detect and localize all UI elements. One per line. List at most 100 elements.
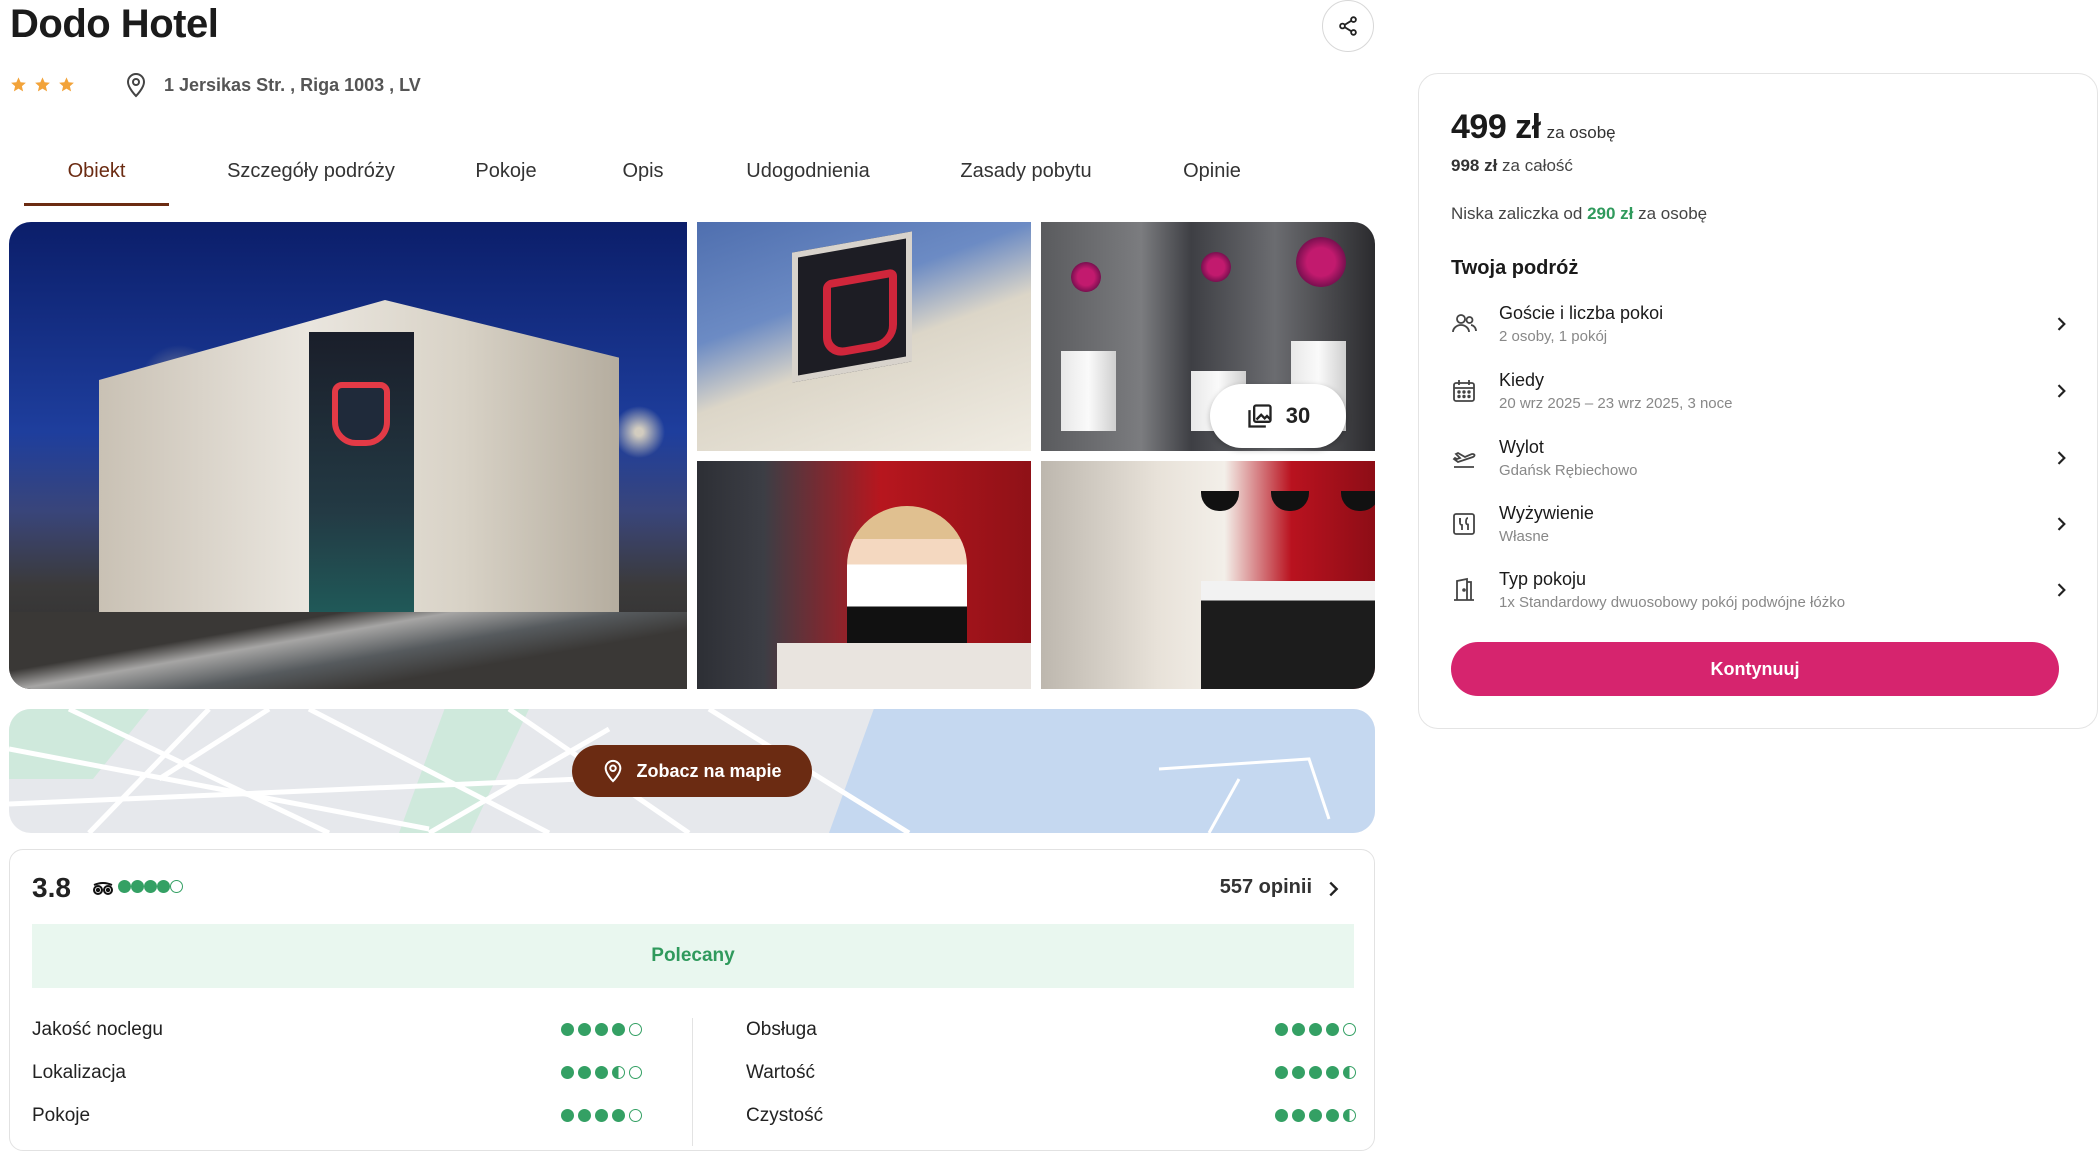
trip-item-title: Wylot — [1499, 437, 1544, 457]
review-category-row: Czystość — [746, 1094, 1356, 1137]
review-category-row: Obsługa — [746, 1008, 1356, 1051]
share-button[interactable] — [1322, 0, 1374, 52]
trip-item-guests[interactable]: Goście i liczba pokoi 2 osoby, 1 pokój — [1451, 296, 2071, 352]
rating-dot — [170, 880, 183, 893]
reception-staff-photo[interactable] — [697, 461, 1031, 689]
calendar-icon — [1453, 380, 1475, 402]
trip-item-title: Goście i liczba pokoi — [1499, 303, 1664, 323]
see-on-map-button[interactable]: Zobacz na mapie — [572, 745, 812, 797]
rating-dot — [1275, 1066, 1288, 1079]
rating-dot — [629, 1066, 642, 1079]
chevron-right-icon — [2057, 384, 2066, 398]
see-on-map-label: Zobacz na mapie — [636, 760, 782, 781]
guests-icon — [1452, 314, 1477, 333]
tab-obiekt[interactable]: Obiekt — [24, 148, 169, 206]
review-score: 3.8 — [32, 872, 71, 903]
rating-dot — [578, 1066, 591, 1079]
total-price: 998 zł — [1451, 156, 1498, 175]
review-category-row: Wartość — [746, 1051, 1356, 1094]
rating-dot — [595, 1109, 608, 1122]
review-category-row: Lokalizacja — [32, 1051, 642, 1094]
hotel-title: Dodo Hotel — [10, 2, 219, 46]
rating-dot — [1326, 1109, 1339, 1122]
rating-dot — [1275, 1109, 1288, 1122]
reception-desk-photo[interactable] — [1041, 461, 1375, 689]
trip-item-departure[interactable]: Wylot Gdańsk Rębiechowo — [1451, 430, 2071, 486]
meal-icon — [1453, 513, 1475, 535]
review-category-label: Lokalizacja — [32, 1061, 126, 1083]
share-icon — [1339, 16, 1357, 36]
rating-dot — [629, 1023, 642, 1036]
recommended-banner: Polecany — [32, 924, 1354, 988]
booking-card: 499 zł za osobę 998 zł za całość Niska z… — [1418, 73, 2098, 729]
tab-zasady-pobytu[interactable]: Zasady pobytu — [951, 148, 1101, 206]
deposit-suffix: za osobę — [1638, 204, 1708, 223]
gallery-icon — [1248, 404, 1272, 428]
star-icon — [11, 77, 26, 92]
rating-dot — [1292, 1109, 1305, 1122]
rating-dot — [612, 1066, 625, 1079]
rating-dot — [1292, 1023, 1305, 1036]
trip-item-meals[interactable]: Wyżywienie Własne — [1451, 496, 2071, 552]
rating-dot — [561, 1109, 574, 1122]
review-category-rating — [561, 1109, 642, 1122]
reviews-panel: 3.8 557 opinii Polecany Jakość noclegu Lo… — [9, 849, 1375, 1151]
trip-item-value: Gdańsk Rębiechowo — [1499, 462, 1638, 479]
hotel-stars — [10, 76, 75, 93]
price-per-label: za osobę — [1546, 123, 1616, 142]
trip-item-dates[interactable]: Kiedy 20 wrz 2025 – 23 wrz 2025, 3 noce — [1451, 363, 2071, 419]
trip-item-title: Kiedy — [1499, 370, 1545, 390]
rating-dot — [1343, 1109, 1356, 1122]
tab-opinie[interactable]: Opinie — [1169, 148, 1255, 206]
chevron-right-icon — [2057, 451, 2066, 465]
review-category-rating — [1275, 1066, 1356, 1079]
continue-button[interactable]: Kontynuuj — [1451, 642, 2059, 696]
continue-label: Kontynuuj — [1710, 658, 1800, 679]
room-door-icon — [1454, 577, 1474, 601]
review-category-label: Czystość — [746, 1104, 824, 1126]
review-category-label: Jakość noclegu — [32, 1018, 163, 1040]
star-icon — [35, 77, 50, 92]
review-category-rating — [561, 1023, 642, 1036]
rating-dot — [1309, 1023, 1322, 1036]
review-category-rating — [1275, 1109, 1356, 1122]
review-category-row: Pokoje — [32, 1094, 642, 1137]
trip-item-room-type[interactable]: Typ pokoju 1x Standardowy dwuosobowy pok… — [1451, 562, 2071, 618]
review-category-label: Wartość — [746, 1061, 815, 1083]
hotel-sign-photo[interactable] — [697, 222, 1031, 451]
recommended-label: Polecany — [651, 945, 735, 966]
rating-dot — [561, 1023, 574, 1036]
photo-count-button[interactable]: 30 — [1210, 384, 1346, 448]
trip-item-value: 1x Standardowy dwuosobowy pokój podwójne… — [1499, 594, 1846, 611]
total-label: za całość — [1502, 156, 1573, 175]
tab-pokoje[interactable]: Pokoje — [467, 148, 545, 206]
rating-dot — [561, 1066, 574, 1079]
rating-dot — [1275, 1023, 1288, 1036]
rating-dot — [612, 1109, 625, 1122]
review-category-label: Obsługa — [746, 1018, 817, 1040]
rating-dot — [1343, 1066, 1356, 1079]
price-row: 499 zł za osobę — [1451, 108, 1616, 147]
rating-dot — [595, 1023, 608, 1036]
review-count-link[interactable]: 557 opinii — [1220, 876, 1312, 899]
address-row: 1 Jersikas Str. , Riga 1003 , LV — [124, 72, 421, 98]
tripadvisor-rating — [92, 880, 183, 898]
rating-dot — [131, 880, 144, 893]
trip-item-title: Wyżywienie — [1499, 503, 1594, 523]
rating-dot — [1309, 1066, 1322, 1079]
location-pin-icon — [605, 759, 622, 783]
rating-dot — [595, 1066, 608, 1079]
review-categories-left: Jakość noclegu Lokalizacja Pokoje — [32, 1008, 642, 1137]
tab-szczegoly-podrozy[interactable]: Szczegóły podróży — [211, 148, 411, 206]
rating-dot — [1292, 1066, 1305, 1079]
trip-item-value: 20 wrz 2025 – 23 wrz 2025, 3 noce — [1499, 395, 1733, 412]
tab-udogodnienia[interactable]: Udogodnienia — [733, 148, 883, 206]
rating-dot — [1309, 1109, 1322, 1122]
plane-departure-icon — [1452, 451, 1476, 468]
main-hotel-photo[interactable] — [9, 222, 687, 689]
tripadvisor-dots — [118, 880, 183, 898]
map-preview[interactable]: Zobacz na mapie — [9, 709, 1375, 833]
review-category-rating — [1275, 1023, 1356, 1036]
chevron-right-icon[interactable] — [1322, 876, 1344, 902]
tab-opis[interactable]: Opis — [613, 148, 673, 206]
